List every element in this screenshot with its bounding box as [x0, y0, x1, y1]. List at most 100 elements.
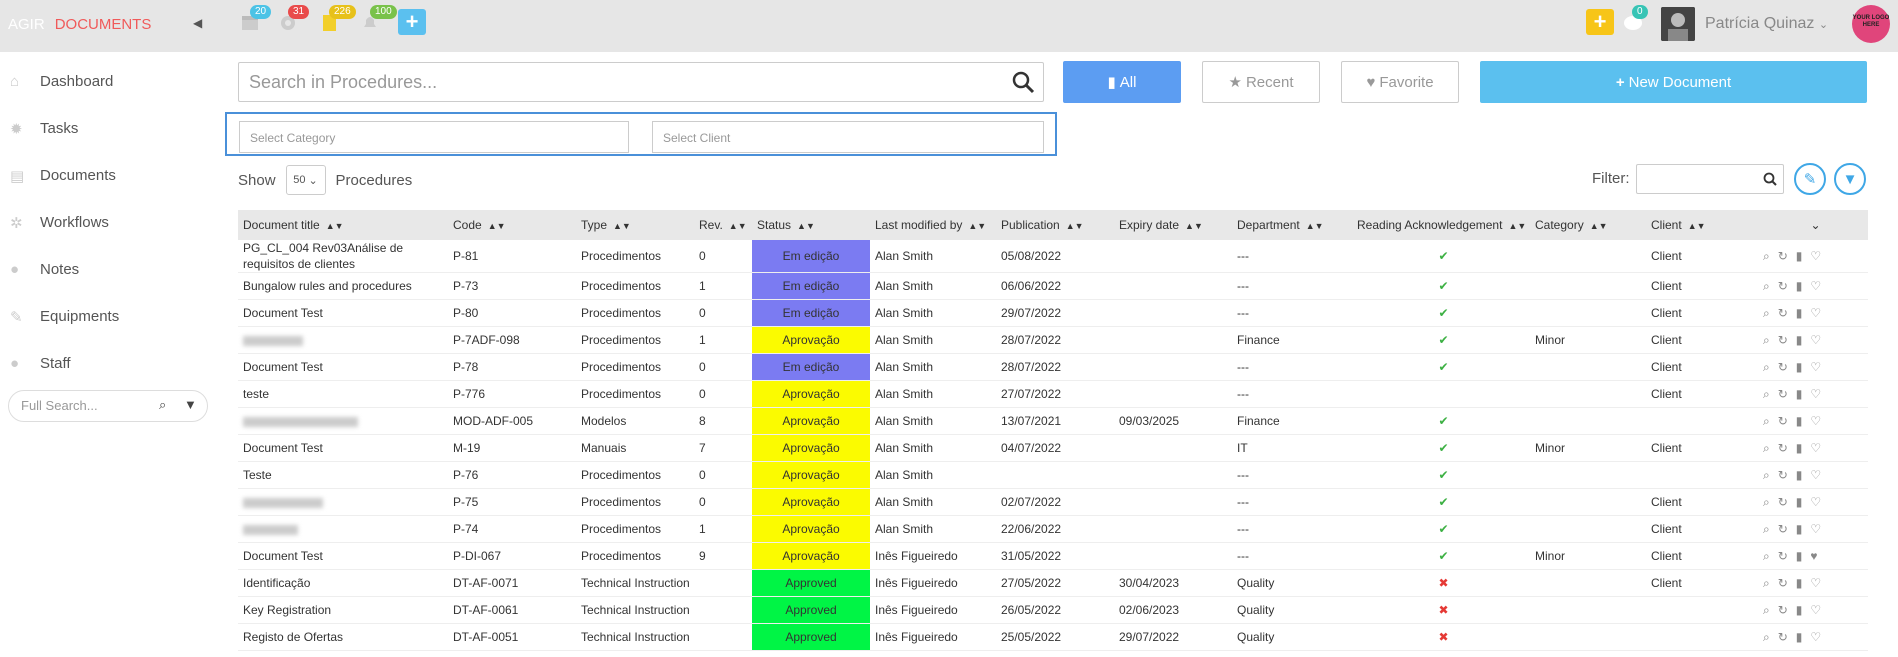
heart-icon[interactable]: ♡: [1810, 576, 1829, 590]
advanced-filter-button[interactable]: ▼: [1834, 163, 1866, 195]
avatar[interactable]: [1661, 7, 1695, 41]
cell-title[interactable]: [238, 326, 448, 354]
calendar-icon[interactable]: 20: [240, 5, 272, 34]
gear-icon[interactable]: 31: [278, 5, 310, 34]
heart-icon[interactable]: ♡: [1810, 360, 1829, 374]
heart-icon[interactable]: ♡: [1810, 603, 1829, 617]
column-header-status[interactable]: Status ▲▼: [752, 210, 870, 240]
trash-icon[interactable]: ▮: [1796, 249, 1811, 263]
sidebar-item-equipments[interactable]: ✎ Equipments: [10, 301, 119, 331]
view-icon[interactable]: ⌕: [1763, 279, 1778, 293]
column-header-code[interactable]: Code ▲▼: [448, 210, 576, 240]
heart-icon[interactable]: ♡: [1810, 495, 1829, 509]
client-select[interactable]: Select Client: [652, 121, 1044, 153]
messages-icon[interactable]: 0: [1622, 5, 1648, 34]
table-row[interactable]: Document Test P-78 Procedimentos 0 Em edição…: [238, 353, 1868, 381]
trash-icon[interactable]: ▮: [1796, 387, 1811, 401]
table-row[interactable]: Document Test P-80 Procedimentos 0 Em edição…: [238, 299, 1868, 327]
view-icon[interactable]: ⌕: [1763, 414, 1778, 428]
cell-title[interactable]: [238, 407, 448, 435]
table-row[interactable]: Document Test P-DI-067 Procedimentos 9 Aprov…: [238, 542, 1868, 570]
view-icon[interactable]: ⌕: [1763, 630, 1778, 644]
view-icon[interactable]: ⌕: [1763, 576, 1778, 590]
heart-icon[interactable]: ♡: [1810, 279, 1829, 293]
sidebar-item-workflows[interactable]: ✲ Workflows: [10, 207, 109, 237]
table-row[interactable]: P-75 Procedimentos 0 Aprovação Alan Smith 02/…: [238, 488, 1868, 516]
trash-icon[interactable]: ▮: [1796, 630, 1811, 644]
filter-all-button[interactable]: ▮ All: [1063, 61, 1181, 103]
cell-title[interactable]: Identificação: [238, 569, 448, 597]
category-select[interactable]: Select Category: [239, 121, 629, 153]
view-icon[interactable]: ⌕: [1763, 306, 1778, 320]
heart-icon[interactable]: ♡: [1810, 387, 1829, 401]
heart-icon[interactable]: ♡: [1810, 441, 1829, 455]
view-icon[interactable]: ⌕: [1763, 249, 1778, 263]
cell-title[interactable]: Document Test: [238, 434, 448, 462]
column-header-department[interactable]: Department ▲▼: [1232, 210, 1352, 240]
trash-icon[interactable]: ▮: [1796, 495, 1811, 509]
heart-icon[interactable]: ♥: [1810, 549, 1825, 563]
cell-title[interactable]: Document Test: [238, 542, 448, 570]
quick-add-button[interactable]: +: [398, 9, 426, 35]
table-row[interactable]: MOD-ADF-005 Modelos 8 Aprovação Alan Smith 13…: [238, 407, 1868, 435]
filter-icon[interactable]: ▼: [184, 397, 197, 412]
document-icon[interactable]: 226: [319, 5, 356, 34]
search-icon[interactable]: ⌕: [159, 397, 166, 413]
view-icon[interactable]: ⌕: [1763, 522, 1778, 536]
full-search-input[interactable]: Full Search... ⌕ ▼: [8, 390, 208, 422]
trash-icon[interactable]: ▮: [1796, 279, 1811, 293]
column-header-title[interactable]: Document title ▲▼: [238, 210, 448, 240]
cell-title[interactable]: Bungalow rules and procedures: [238, 272, 448, 300]
bell-icon[interactable]: 100: [360, 5, 397, 34]
heart-icon[interactable]: ♡: [1810, 630, 1829, 644]
trash-icon[interactable]: ▮: [1796, 306, 1811, 320]
heart-icon[interactable]: ♡: [1810, 306, 1829, 320]
page-length-select[interactable]: 50 ⌄: [285, 165, 326, 195]
sidebar-item-staff[interactable]: ● Staff: [10, 348, 71, 378]
table-row[interactable]: P-74 Procedimentos 1 Aprovação Alan Smith 22/…: [238, 515, 1868, 543]
view-icon[interactable]: ⌕: [1763, 360, 1778, 374]
table-row[interactable]: Identificação DT-AF-0071 Technical Instruc…: [238, 569, 1868, 597]
cell-title[interactable]: teste: [238, 380, 448, 408]
trash-icon[interactable]: ▮: [1796, 549, 1811, 563]
column-header-publication[interactable]: Publication ▲▼: [996, 210, 1114, 240]
table-row[interactable]: Document Test M-19 Manuais 7 Aprovação Alan S…: [238, 434, 1868, 462]
trash-icon[interactable]: ▮: [1796, 468, 1811, 482]
refresh-icon[interactable]: ↻: [1778, 468, 1796, 482]
cell-title[interactable]: [238, 515, 448, 543]
cell-title[interactable]: Document Test: [238, 353, 448, 381]
new-document-button[interactable]: + New Document: [1480, 61, 1867, 103]
refresh-icon[interactable]: ↻: [1778, 603, 1796, 617]
refresh-icon[interactable]: ↻: [1778, 414, 1796, 428]
sidebar-item-notes[interactable]: ● Notes: [10, 254, 79, 284]
search-icon[interactable]: [1763, 172, 1777, 186]
add-button[interactable]: +: [1586, 9, 1614, 35]
app-brand[interactable]: AGIR DOCUMENTS: [8, 16, 151, 33]
refresh-icon[interactable]: ↻: [1778, 360, 1796, 374]
sidebar-item-tasks[interactable]: ✹ Tasks: [10, 113, 78, 143]
view-icon[interactable]: ⌕: [1763, 387, 1778, 401]
trash-icon[interactable]: ▮: [1796, 603, 1811, 617]
column-header-type[interactable]: Type ▲▼: [576, 210, 694, 240]
cell-title[interactable]: Key Registration: [238, 596, 448, 624]
collapse-sidebar-icon[interactable]: ◀: [193, 16, 202, 30]
view-icon[interactable]: ⌕: [1763, 333, 1778, 347]
trash-icon[interactable]: ▮: [1796, 441, 1811, 455]
filter-favorite-button[interactable]: ♥ Favorite: [1341, 61, 1459, 103]
table-row[interactable]: Key Registration DT-AF-0061 Technical Inst…: [238, 596, 1868, 624]
settings-wrench-button[interactable]: ✎: [1794, 163, 1826, 195]
heart-icon[interactable]: ♡: [1810, 522, 1829, 536]
table-row[interactable]: Registo de Ofertas DT-AF-0051 Technical In…: [238, 623, 1868, 651]
sidebar-item-documents[interactable]: ▤ Documents: [10, 160, 116, 190]
view-icon[interactable]: ⌕: [1763, 603, 1778, 617]
table-row[interactable]: teste P-776 Procedimentos 0 Aprovação Alan Sm…: [238, 380, 1868, 408]
refresh-icon[interactable]: ↻: [1778, 279, 1796, 293]
user-menu[interactable]: Patrícia Quinaz ⌄: [1705, 15, 1828, 33]
column-header-client[interactable]: Client ▲▼: [1646, 210, 1758, 240]
refresh-icon[interactable]: ↻: [1778, 333, 1796, 347]
trash-icon[interactable]: ▮: [1796, 414, 1811, 428]
refresh-icon[interactable]: ↻: [1778, 387, 1796, 401]
refresh-icon[interactable]: ↻: [1778, 522, 1796, 536]
cell-title[interactable]: Teste: [238, 461, 448, 489]
column-header-category[interactable]: Category ▲▼: [1530, 210, 1646, 240]
